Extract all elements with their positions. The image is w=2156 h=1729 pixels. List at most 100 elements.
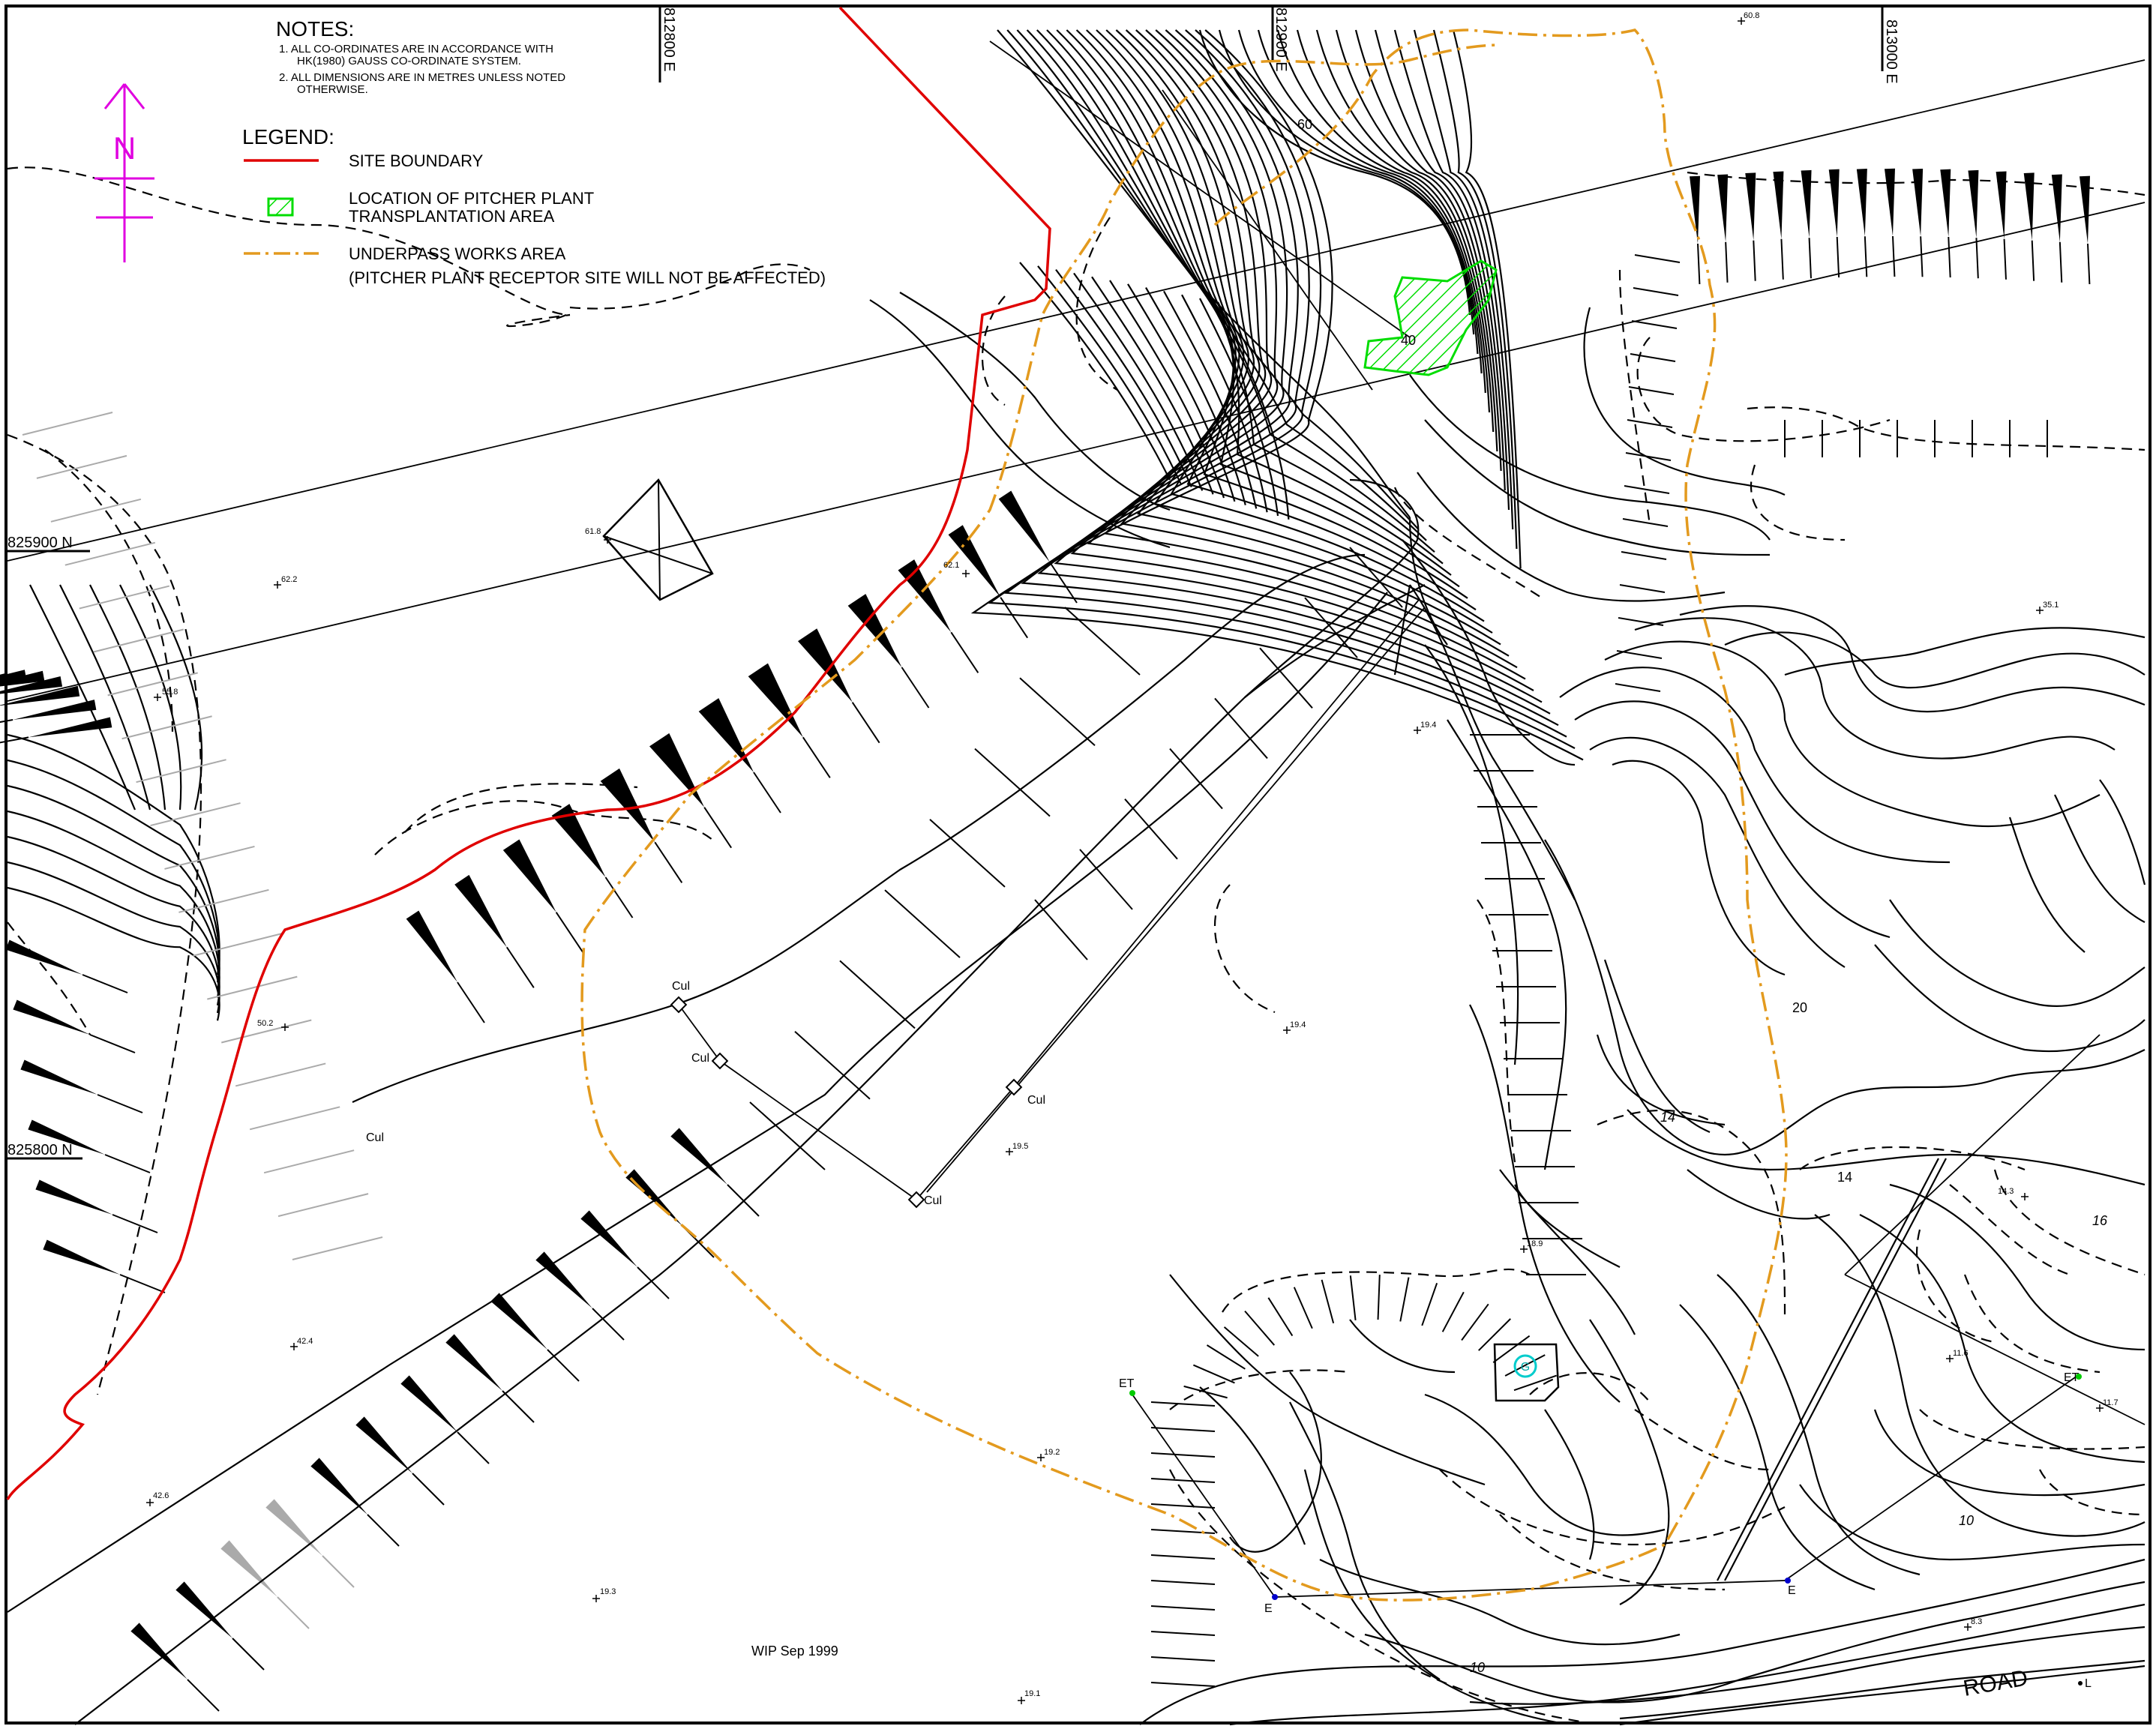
legend-label-pitcher-plant-1: LOCATION OF PITCHER PLANT — [349, 189, 594, 208]
note-line-1: 1. ALL CO-ORDINATES ARE IN ACCORDANCE WI… — [279, 43, 553, 55]
slope-hachure — [406, 910, 457, 982]
slope-hachure — [5, 939, 82, 975]
spot-level: 19.5 — [1012, 1142, 1028, 1151]
note-line-4: OTHERWISE. — [297, 83, 368, 96]
slope-hachure — [20, 1059, 97, 1095]
slope-tick — [1150, 1401, 1216, 1407]
spot-level: 60.8 — [1744, 11, 1759, 20]
slope-hachure-tail — [1920, 236, 1924, 277]
slope-hachure-tail — [1697, 243, 1701, 285]
slope-tick — [1150, 1580, 1216, 1585]
slope-hachure — [798, 628, 853, 703]
spot-level-cross — [2021, 1193, 2029, 1200]
slope-tick — [1150, 1554, 1216, 1560]
slope-tick — [1461, 1303, 1489, 1341]
slope-tick — [1628, 386, 1675, 395]
slope-hachure-tail — [950, 631, 979, 673]
spot-level-cross — [154, 694, 161, 701]
slope-tick — [1621, 551, 1667, 560]
culvert-label: Cul — [672, 980, 690, 993]
slope-tick — [1492, 1335, 1531, 1363]
spot-level: 14.3 — [1998, 1187, 2014, 1196]
slope-tick — [1615, 683, 1661, 692]
drawing-stamp: WIP Sep 1999 — [751, 1644, 838, 1659]
slope-hachure — [1885, 168, 1895, 236]
slope-hachure-tail — [2087, 243, 2091, 285]
slope-tick — [1223, 1326, 1259, 1357]
slope-tick — [1377, 1275, 1381, 1320]
slope-tick — [1150, 1503, 1216, 1509]
slope-hachure — [1745, 172, 1756, 241]
slope-hachure — [847, 594, 902, 667]
et-label: ET — [1119, 1377, 1135, 1390]
slope-tick — [277, 1193, 369, 1218]
e-label: E — [1264, 1602, 1273, 1615]
slope-hachure-tail — [457, 1431, 490, 1464]
slope-hachure-tail — [555, 912, 584, 954]
slope-hachure-tail — [457, 981, 485, 1023]
slope-tick — [64, 541, 156, 566]
spot-level: 19.1 — [1024, 1689, 1040, 1698]
slope-hachure-tail — [104, 1154, 151, 1173]
grid-label-e3: 813000 E — [1883, 19, 1900, 84]
slope-hachure-tail — [232, 1638, 265, 1671]
slope-tick — [1513, 1374, 1558, 1392]
e-marker — [1272, 1594, 1278, 1600]
e-marker — [1785, 1578, 1791, 1584]
slope-hachure-tail — [1975, 238, 1979, 279]
contour-label: 40 — [1401, 333, 1416, 348]
legend-label-underpass-2: (PITCHER PLANT RECEPTOR SITE WILL NOT BE… — [349, 268, 826, 287]
slope-hachure — [13, 700, 97, 720]
slope-tick — [1631, 320, 1678, 329]
contour-label: 20 — [1792, 1000, 1807, 1015]
slope-hachure — [400, 1375, 457, 1432]
notes-heading: NOTES: — [276, 17, 354, 40]
building-g: G — [1493, 1343, 1560, 1402]
slope-tick — [1619, 584, 1666, 593]
valley-contours — [869, 292, 2146, 1725]
slope-hachure — [998, 490, 1050, 562]
spot-levels: 60.8 61.8 62.2 55.8 62.1 50.2 42.4 42.6 … — [153, 11, 2119, 1698]
spot-level: 62.2 — [281, 575, 297, 584]
north-contours — [7, 29, 1584, 1021]
grid-label-n1: 825900 N — [7, 535, 73, 551]
slope-tick — [1150, 1427, 1216, 1432]
slope-hachure — [1940, 169, 1951, 237]
slope-hachure-tail — [502, 1390, 535, 1423]
spot-level: 18.9 — [1527, 1239, 1543, 1248]
contour-line — [1335, 29, 1498, 452]
contour-line — [7, 835, 220, 1006]
legend-label-underpass-1: UNDERPASS WORKS AREA — [349, 244, 566, 263]
slope-hachure — [1717, 174, 1729, 242]
slope-hachure — [1912, 168, 1924, 237]
north-arrow — [94, 83, 154, 262]
culvert-label: Cul — [924, 1194, 942, 1207]
slope-hachure — [535, 1251, 592, 1308]
contour-line — [1037, 265, 1182, 484]
l-marker — [2078, 1681, 2083, 1686]
slope-tick — [1625, 452, 1672, 461]
spot-level-cross — [281, 1023, 289, 1031]
slope-tick — [1441, 1291, 1465, 1332]
slope-hachure — [1828, 169, 1840, 237]
slope-hachure-tail — [703, 807, 732, 849]
contour-line — [1021, 29, 1559, 727]
slope-tick — [1421, 1282, 1438, 1326]
spot-level-cross — [274, 581, 281, 589]
slope-hachure-tail — [1836, 236, 1840, 278]
slope-tick — [1293, 1287, 1313, 1329]
spot-level: 62.1 — [943, 561, 959, 570]
spot-level: 35.1 — [2043, 601, 2059, 610]
slope-hachure — [13, 999, 90, 1035]
slope-tick — [22, 412, 113, 436]
slope-hachure — [2051, 174, 2062, 242]
road-label: ROAD — [1961, 1665, 2029, 1701]
slope-tick — [50, 498, 142, 523]
slope-tick — [1244, 1310, 1276, 1346]
north-arrow-letter: N — [113, 130, 136, 166]
slope-tick — [1150, 1605, 1216, 1611]
slope-hachure — [625, 1169, 682, 1226]
slope-tick — [1019, 677, 1096, 747]
slope-hachure — [43, 1239, 120, 1275]
slope-hachure — [1856, 168, 1867, 237]
